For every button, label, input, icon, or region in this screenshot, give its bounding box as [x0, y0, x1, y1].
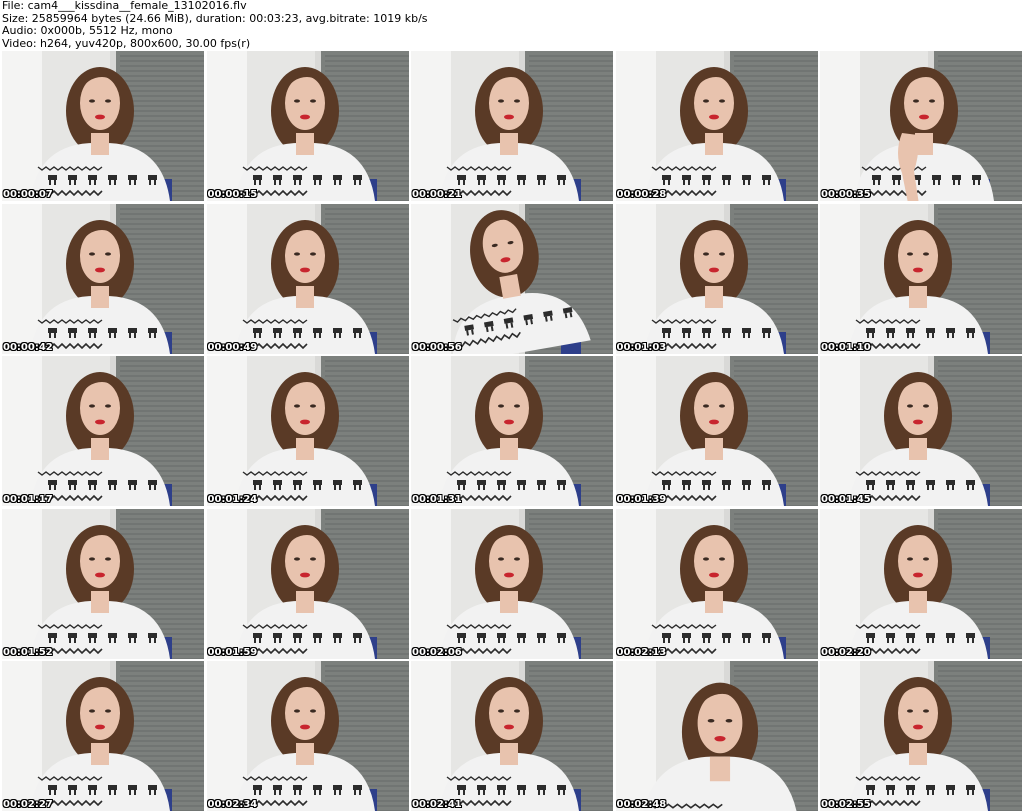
video-thumbnail: 00:02:55: [820, 661, 1022, 811]
thumbnail-timestamp: 00:01:10: [821, 341, 871, 353]
video-thumbnail: 00:01:52: [2, 508, 204, 659]
audio-info-line: Audio: 0x000b, 5512 Hz, mono: [2, 24, 173, 37]
thumbnail-image: [615, 203, 818, 354]
thumbnail-timestamp: 00:02:13: [616, 646, 667, 658]
thumbnail-image: [2, 203, 204, 354]
thumbnail-image: [206, 356, 409, 506]
thumbnail-image: [615, 508, 818, 659]
thumbnail-image: [411, 356, 613, 506]
thumbnail-image: [411, 661, 613, 811]
video-thumbnail: 00:01:31: [411, 356, 613, 506]
thumbnail-timestamp: 00:02:20: [821, 646, 871, 658]
thumbnail-image: [615, 356, 818, 506]
video-thumbnail: 00:01:10: [820, 203, 1022, 354]
thumbnail-timestamp: 00:00:35: [821, 189, 871, 200]
video-thumbnail: 00:02:48: [615, 661, 818, 811]
thumbnail-timestamp: 00:01:24: [207, 494, 258, 505]
thumbnail-image: [2, 661, 204, 811]
thumbnail-image: [820, 661, 1022, 811]
thumbnail-timestamp: 00:01:45: [821, 494, 871, 505]
video-thumbnail: 00:02:34: [206, 661, 409, 811]
video-thumbnail: 00:02:20: [820, 508, 1022, 659]
video-thumbnail: 00:01:17: [2, 356, 204, 506]
thumbnail-image: [206, 508, 409, 659]
video-thumbnail: 00:00:35: [820, 51, 1022, 201]
video-thumbnail: 00:01:24: [206, 356, 409, 506]
thumbnail-image: [820, 508, 1022, 659]
thumbnail-image: [820, 51, 1022, 201]
thumbnail-timestamp: 00:00:21: [412, 189, 462, 200]
thumbnail-image: [411, 51, 613, 201]
video-thumbnail: 00:02:06: [411, 508, 613, 659]
thumbnail-timestamp: 00:01:03: [616, 341, 667, 353]
thumbnail-timestamp: 00:00:07: [3, 189, 53, 200]
thumbnail-image: [411, 508, 613, 659]
video-thumbnail: 00:02:27: [2, 661, 204, 811]
thumbnail-timestamp: 00:02:55: [821, 799, 871, 810]
video-thumbnail: 00:00:07: [2, 51, 204, 201]
file-info-header: File: cam4___kissdina__female_13102016.f…: [2, 0, 1022, 50]
thumbnail-timestamp: 00:02:41: [412, 799, 462, 810]
thumbnail-timestamp: 00:02:06: [412, 646, 462, 658]
thumbnail-timestamp: 00:01:52: [3, 646, 53, 658]
thumbnail-image: [2, 508, 204, 659]
thumbnail-timestamp: 00:02:27: [3, 799, 53, 810]
thumbnail-image: [206, 661, 409, 811]
video-thumbnail: 00:02:41: [411, 661, 613, 811]
video-thumbnail: 00:01:03: [615, 203, 818, 354]
video-thumbnail: 00:02:13: [615, 508, 818, 659]
video-thumbnail: 00:00:21: [411, 51, 613, 201]
thumbnail-image: [820, 356, 1022, 506]
thumbnail-timestamp: 00:01:59: [207, 646, 258, 658]
file-name-line: File: cam4___kissdina__female_13102016.f…: [2, 0, 247, 12]
video-thumbnail: 00:00:49: [206, 203, 409, 354]
video-thumbnail: 00:01:39: [615, 356, 818, 506]
video-thumbnail: 00:01:45: [820, 356, 1022, 506]
thumbnail-timestamp: 00:00:42: [3, 341, 53, 353]
thumbnail-image: [820, 203, 1022, 354]
thumbnail-grid: 00:00:07 00:00:15 00:00:21 00:00:28 00:0…: [2, 51, 1022, 811]
thumbnail-image: [2, 356, 204, 506]
thumbnail-timestamp: 00:02:48: [616, 799, 667, 810]
video-info-line: Video: h264, yuv420p, 800x600, 30.00 fps…: [2, 36, 251, 50]
thumbnail-image: [615, 661, 818, 811]
thumbnail-image: [411, 203, 613, 354]
thumbnail-image: [206, 51, 409, 201]
thumbnail-timestamp: 00:00:28: [616, 189, 667, 200]
thumbnail-timestamp: 00:01:39: [616, 494, 667, 505]
video-thumbnail: 00:00:56: [411, 203, 613, 354]
video-thumbnail: 00:00:28: [615, 51, 818, 201]
thumbnail-image: [615, 51, 818, 201]
thumbnail-timestamp: 00:01:31: [412, 494, 462, 505]
video-thumbnail: 00:00:42: [2, 203, 204, 354]
thumbnail-timestamp: 00:00:56: [412, 341, 462, 353]
thumbnail-timestamp: 00:02:34: [207, 799, 258, 810]
video-thumbnail: 00:00:15: [206, 51, 409, 201]
thumbnail-timestamp: 00:01:17: [3, 494, 53, 505]
thumbnail-timestamp: 00:00:49: [207, 341, 258, 353]
video-thumbnail: 00:01:59: [206, 508, 409, 659]
thumbnail-timestamp: 00:00:15: [207, 189, 258, 200]
thumbnail-image: [206, 203, 409, 354]
thumbnail-image: [2, 51, 204, 201]
